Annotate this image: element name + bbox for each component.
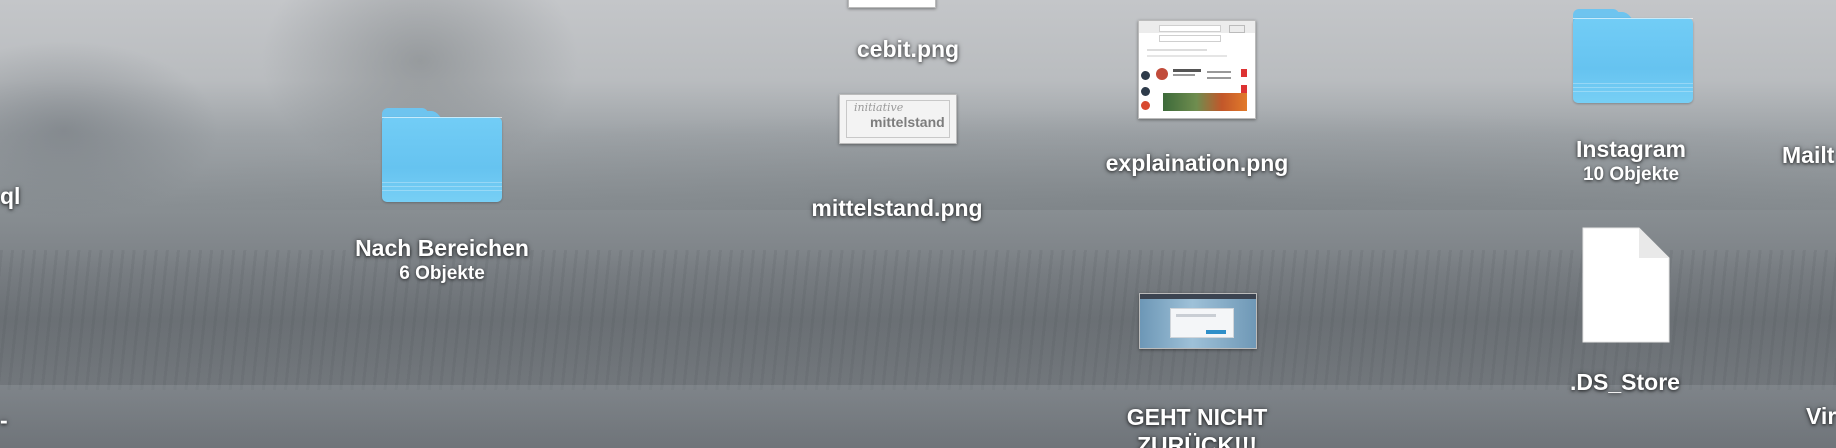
desktop-item-partial-mailt[interactable]: Mailt — [1782, 141, 1834, 169]
folder-icon — [382, 108, 502, 202]
item-label: .DS_Store — [1570, 369, 1680, 395]
item-label: cebit.png — [856, 36, 960, 62]
image-thumbnail — [1138, 20, 1256, 119]
image-thumbnail: initiative mittelstand — [839, 94, 957, 144]
folder-icon — [1573, 9, 1693, 103]
item-label-line2: ZURÜCK!!! — [1136, 432, 1258, 448]
desktop-item-partial-ql[interactable]: ql — [0, 182, 20, 210]
item-label: Instagram — [1576, 136, 1686, 162]
item-label: mittelstand.png — [811, 195, 983, 221]
item-count: 6 Objekte — [399, 263, 485, 284]
item-label: - — [0, 407, 8, 433]
image-thumbnail — [1139, 293, 1257, 349]
document-icon — [1582, 227, 1670, 343]
item-label: Nach Bereichen — [355, 235, 529, 261]
item-label: explaination.png — [1105, 150, 1289, 176]
thumb-text-top: initiative — [854, 101, 904, 114]
image-thumbnail — [848, 0, 936, 8]
item-count: 10 Objekte — [1582, 164, 1680, 185]
item-label: ql — [0, 183, 21, 209]
desktop-item-partial-dash[interactable]: - — [0, 406, 8, 434]
item-label: Vir — [1806, 403, 1836, 429]
desktop-item-partial-vir[interactable]: Vir — [1806, 402, 1836, 430]
desktop-background: ql - Nach Bereichen 6 Objekte cebit.png … — [0, 0, 1836, 448]
thumb-text-bottom: mittelstand — [870, 114, 945, 130]
item-label: Mailt — [1782, 142, 1835, 168]
item-label-line1: GEHT NICHT — [1126, 404, 1268, 430]
